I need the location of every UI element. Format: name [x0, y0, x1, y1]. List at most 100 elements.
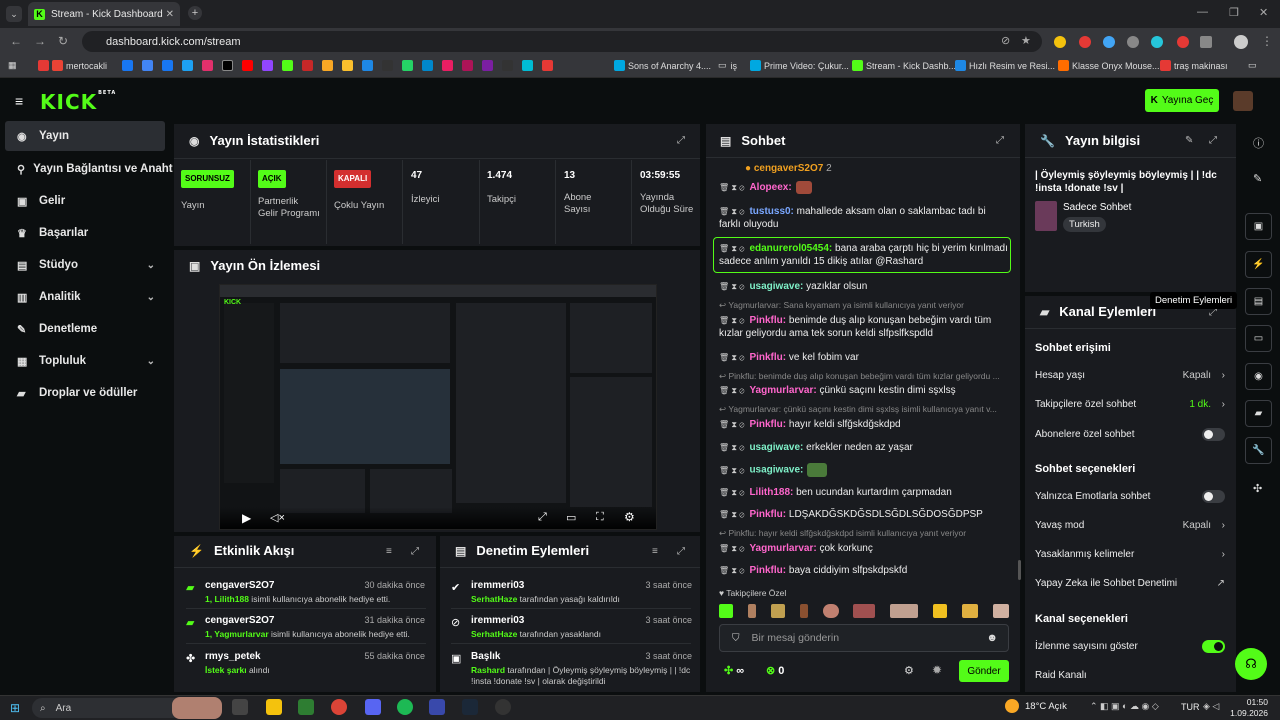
setting-raid[interactable]: Raid Kanalı	[1035, 670, 1225, 681]
emote-icon[interactable]	[933, 604, 948, 618]
rail-info-button[interactable]: 🔧	[1245, 437, 1272, 464]
expand-icon[interactable]: ⤢	[677, 135, 685, 146]
chat-message[interactable]: 🗑 ⧗ ⊘ usagiwave: yazıklar olsun	[719, 280, 1009, 293]
kick-icon[interactable]	[282, 60, 293, 71]
rail-channel-button[interactable]: ▰	[1245, 400, 1272, 427]
rail-chat-button[interactable]: ▭	[1245, 325, 1272, 352]
github-icon[interactable]	[382, 60, 393, 71]
chrome-icon[interactable]	[331, 699, 347, 715]
sidebar-item-moderation[interactable]: ✎ Denetleme	[5, 314, 165, 344]
expand-icon[interactable]: ⤢	[677, 546, 685, 557]
chat-message[interactable]: 🗑 ⧗ ⊘ usagiwave: erkekler neden az yaşar	[719, 441, 1009, 454]
rail-activity-button[interactable]: ⚡	[1245, 251, 1272, 278]
chat-message[interactable]: 🗑 ⧗ ⊘ Yagmurlarvar: çok korkunç	[719, 542, 1009, 555]
chat-username[interactable]: Pinkflu:	[749, 352, 786, 363]
chat-message[interactable]: 🗑 ⧗ ⊘ Pinkflu: baya ciddiyim slfpskdpskfd	[719, 564, 1009, 577]
emote-icon[interactable]	[719, 604, 733, 618]
chat-username[interactable]: edanurerol05454:	[749, 243, 832, 254]
spotify-icon[interactable]	[397, 699, 413, 715]
chat-username[interactable]: Pinkflu:	[749, 509, 786, 520]
rail-stats-button[interactable]: ▣	[1245, 213, 1272, 240]
chat-username[interactable]: Alopeex:	[749, 182, 791, 193]
emote-icon[interactable]	[799, 604, 808, 618]
chat-message[interactable]: 🗑 ⧗ ⊘ Pinkflu: ve kel fobim var	[719, 351, 1009, 364]
setting-slow-mode[interactable]: Yavaş mod Kapalı ›	[1035, 520, 1225, 531]
expand-icon[interactable]: ⤢	[538, 511, 547, 524]
edit-icon[interactable]: ✎	[1185, 135, 1193, 146]
chat-message[interactable]: 🗑 ⧗ ⊘ Pinkflu: benimde duş alıp konuşan b…	[719, 314, 1009, 340]
tray-icons[interactable]: ⌃ ◧ ▣ ◐ ☁ ◉ ◇	[1090, 701, 1159, 712]
bookmark-favicon-icon[interactable]	[302, 60, 313, 71]
bookmark-favicon-icon[interactable]	[522, 60, 533, 71]
subs-only-toggle[interactable]	[1202, 428, 1225, 441]
emote-icon[interactable]	[962, 604, 978, 618]
chat-username[interactable]: Pinkflu:	[749, 315, 786, 326]
mod-action-icons[interactable]: 🗑 ⧗ ⊘	[719, 384, 744, 397]
emote-icon[interactable]	[822, 604, 839, 618]
emoji-icon[interactable]: ☻	[986, 632, 998, 644]
sidebar-item-analytics[interactable]: ▥ Analitik ⌄	[5, 282, 165, 312]
extension-icon[interactable]	[1127, 36, 1139, 48]
scrollbar-thumb[interactable]	[1018, 560, 1021, 580]
twitch-icon[interactable]	[262, 60, 273, 71]
back-icon[interactable]: ←	[10, 34, 22, 48]
bookmark-item[interactable]: Sons of Anarchy 4....	[614, 60, 711, 71]
reload-icon[interactable]: ↻	[58, 34, 68, 48]
bookmark-item[interactable]: Stream - Kick Dashb...	[852, 60, 956, 71]
setting-ai-moderation[interactable]: Yapay Zeka ile Sohbet Denetimi ↗	[1035, 578, 1225, 589]
bookmark-favicon-icon[interactable]	[542, 60, 553, 71]
chat-message[interactable]: 🗑 ⧗ ⊘ tustuss0: mahallede aksam olan o sa…	[719, 205, 1009, 231]
extension-icon[interactable]	[1151, 36, 1163, 48]
chat-input[interactable]: ⛉ Bir mesaj gönderin ☻	[719, 624, 1009, 652]
emote-icon[interactable]	[890, 604, 919, 618]
telegram-icon[interactable]	[422, 60, 433, 71]
chat-message[interactable]: 🗑 ⧗ ⊘ Pinkflu: LDŞAKDĞSKDĞSDLSĞDLSĞDOSĞDP…	[719, 508, 1009, 521]
mod-action-icons[interactable]: 🗑 ⧗ ⊘	[719, 542, 744, 555]
mod-action-icons[interactable]: 🗑 ⧗ ⊘	[719, 564, 744, 577]
sidebar-item-drops[interactable]: ▰ Droplar ve ödüller	[5, 378, 165, 408]
new-tab-button[interactable]: +	[188, 6, 202, 20]
emote-icon[interactable]	[853, 604, 876, 618]
mute-icon[interactable]: ◁×	[270, 511, 285, 524]
sidebar-item-stream[interactable]: ◉ Yayın	[5, 121, 165, 151]
forward-icon[interactable]: →	[34, 34, 46, 48]
bookmark-star-icon[interactable]: ★	[1021, 34, 1031, 47]
bookmark-favicon-icon[interactable]	[462, 60, 473, 71]
mod-action-icons[interactable]: 🗑 ⧗ ⊘	[719, 486, 744, 499]
weather-widget[interactable]: 18°C Açık	[1005, 699, 1067, 713]
rail-preview-button[interactable]: ◉	[1245, 363, 1272, 390]
extension-icon[interactable]	[1054, 36, 1066, 48]
bookmark-item[interactable]: Klasse Onyx Mouse...	[1058, 60, 1160, 71]
file-explorer-icon[interactable]	[266, 699, 282, 715]
tab-search-button[interactable]: ⌄	[6, 6, 22, 22]
obs-icon[interactable]	[495, 699, 511, 715]
emote-icon[interactable]	[992, 604, 1009, 618]
expand-icon[interactable]: ⤢	[411, 546, 419, 557]
bookmark-favicon-icon[interactable]	[342, 60, 353, 71]
filter-icon[interactable]: ≡	[652, 546, 658, 557]
bookmark-favicon-icon[interactable]	[322, 60, 333, 71]
mod-action-icons[interactable]: 🗑 ⧗ ⊘	[719, 418, 744, 431]
chat-username[interactable]: usagiwave:	[749, 281, 803, 292]
bookmark-favicon-icon[interactable]	[182, 60, 193, 71]
minimize-icon[interactable]: —	[1197, 6, 1208, 18]
bookmark-favicon-icon[interactable]	[482, 60, 493, 71]
bookmark-item[interactable]: mertocakli	[38, 60, 107, 71]
close-tab-icon[interactable]: ✕	[166, 9, 174, 20]
app-icon[interactable]	[429, 699, 445, 715]
badge-icon[interactable]: ✹	[932, 663, 942, 677]
avatar[interactable]	[1233, 91, 1253, 111]
sidebar-item-stream-key[interactable]: ⚲ Yayın Bağlantısı ve Anahtarı	[5, 154, 173, 184]
emote-icon[interactable]	[747, 604, 756, 618]
chat-message[interactable]: 🗑 ⧗ ⊘ Lilith188: ben ucundan kurtardım ça…	[719, 486, 1009, 499]
bookmark-folder[interactable]: ▭ iş	[718, 60, 737, 71]
theater-icon[interactable]: ▭	[566, 511, 576, 524]
steam-icon[interactable]	[362, 60, 373, 71]
play-icon[interactable]: ▶	[242, 511, 251, 525]
rail-moderation-button[interactable]: ▤	[1245, 288, 1272, 315]
windows-start-icon[interactable]: ⊞	[10, 701, 20, 715]
kick-logo[interactable]: KICKBETA	[40, 90, 116, 114]
facebook-icon[interactable]	[162, 60, 173, 71]
bookmark-favicon-icon[interactable]	[502, 60, 513, 71]
bookmark-item[interactable]: Prime Video: Çukur...	[750, 60, 849, 71]
